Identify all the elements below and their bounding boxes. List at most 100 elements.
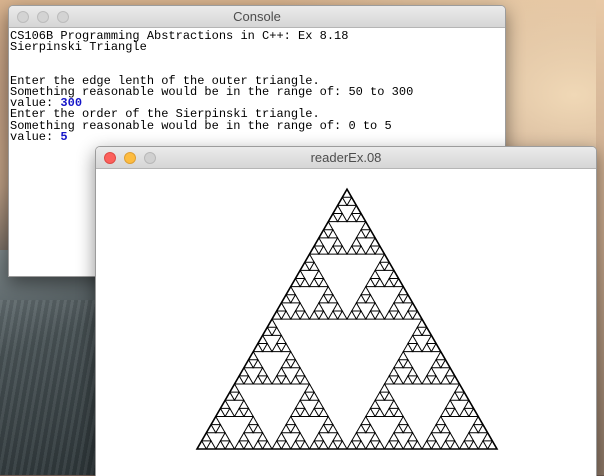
triangle-segment [318,277,330,288]
triangle-segment [233,391,245,401]
triangle-segment [449,439,461,450]
graphics-titlebar[interactable]: readerEx.08 [96,147,596,169]
triangle-segment [289,374,301,385]
triangle-segment [346,309,358,320]
triangle-segment [275,431,287,442]
triangle-segment [477,439,489,450]
triangle-segment [369,301,381,312]
triangle-segment [261,439,273,450]
triangle-segment [444,399,456,409]
triangle-segment [332,301,344,312]
triangle-segment [318,293,330,304]
triangle-segment [369,399,381,409]
triangle-segment [224,407,236,418]
triangle-segment [271,439,283,450]
triangle-segment [247,415,259,426]
triangle-segment [327,309,339,320]
triangle-segment [318,407,330,418]
triangle-segment [374,277,386,288]
triangle-segment [299,277,311,288]
triangle-segment [205,439,217,450]
triangle-segment [280,309,292,320]
triangle-segment [322,415,334,426]
triangle-segment [430,374,442,385]
triangle-segment [238,399,250,409]
graphics-window[interactable]: readerEx.08 [95,146,597,476]
triangle-segment [407,334,419,344]
triangle-segment [271,342,283,353]
triangle-segment [355,423,367,434]
triangle-segment [393,439,405,450]
triangle-segment [271,326,283,336]
graphics-canvas [96,169,596,476]
triangle-segment [289,358,301,369]
triangle-segment [313,431,325,442]
triangle-segment [468,423,480,434]
triangle-segment [285,415,297,426]
triangle-segment [369,269,381,280]
triangle-segment [214,439,226,450]
triangle-segment [299,407,311,418]
triangle-segment [383,391,395,401]
triangle-segment [411,439,423,450]
triangle-segment [397,415,409,426]
triangle-segment [374,391,386,401]
triangle-segment [355,293,367,304]
triangle-segment [243,374,255,385]
triangle-segment [336,212,348,223]
triangle-segment [299,374,311,385]
triangle-segment [430,358,442,369]
triangle-segment [364,245,376,255]
triangle-segment [327,439,339,450]
triangle-segment [280,423,292,434]
triangle-segment [421,342,433,353]
mountain-texture [0,300,100,475]
triangle-segment [383,309,395,320]
triangle-segment [411,374,423,385]
triangle-segment [383,407,395,418]
triangle-segment [313,269,325,280]
triangle-segment [294,431,306,442]
triangle-segment [360,415,372,426]
triangle-segment [332,431,344,442]
triangle-segment [449,407,461,418]
triangle-segment [327,228,339,239]
triangle-segment [439,407,451,418]
triangle-segment [299,439,311,450]
triangle-segment [280,342,292,353]
console-titlebar[interactable]: Console [9,6,505,28]
triangle-segment [285,350,297,361]
triangle-segment [327,423,339,434]
triangle-segment [214,423,226,434]
triangle-segment [393,358,405,369]
triangle-segment [463,431,475,442]
triangle-segment [407,366,419,377]
triangle-segment [243,423,255,434]
triangle-segment [275,366,287,377]
triangle-segment [289,293,301,304]
triangle-segment [421,439,433,450]
triangle-segment [294,366,306,377]
triangle-segment [430,439,442,450]
triangle-segment [252,374,264,385]
triangle-segment [336,439,348,450]
triangle-segment [393,423,405,434]
triangle-segment [439,374,451,385]
triangle-segment [308,277,320,288]
triangle-segment [425,431,437,442]
triangle-segment [350,301,362,312]
triangle-segment [289,309,301,320]
triangle-segment [318,423,330,434]
console-output[interactable]: CS106B Programming Abstractions in C++: … [9,28,505,143]
triangle-segment [355,309,367,320]
triangle-segment [402,374,414,385]
triangle-segment [355,439,367,450]
triangle-segment [243,407,255,418]
console-line: Sierpinski Triangle [10,40,147,55]
triangle-segment [374,407,386,418]
triangle-segment [327,245,339,255]
triangle-segment [378,383,391,393]
triangle-segment [402,309,414,320]
triangle-segment [280,358,292,369]
